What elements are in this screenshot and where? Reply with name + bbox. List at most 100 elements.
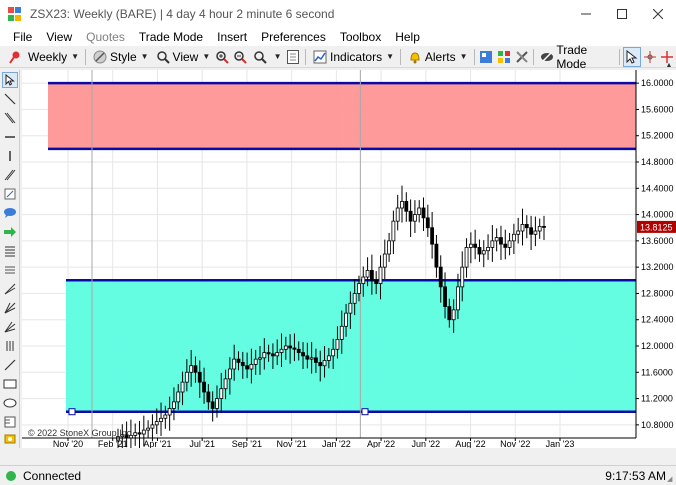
fan-lines-tool[interactable] [2,319,18,335]
arrow-tool[interactable] [2,224,18,240]
candle-body [253,358,258,365]
minimize-button[interactable] [568,0,604,28]
main-toolbar: Weekly ▼ Style ▼ View ▼ ▼ Indicators ▼ A… [0,43,676,71]
tools-button[interactable] [513,47,531,67]
y-tick-label: 11.6000 [641,367,673,377]
menu-insert[interactable]: Insert [210,28,254,46]
menu-file[interactable]: File [6,28,39,46]
y-tick-label: 14.8000 [641,157,674,167]
candle-body [223,378,228,390]
y-tick-label: 12.0000 [641,341,674,351]
candle-body [258,357,262,360]
x-tick-label: Nov '21 [277,439,307,448]
trade-mode-button[interactable]: Trade Mode [537,43,616,71]
last-price-label: 13.8125 [640,222,673,232]
view-dropdown[interactable]: View ▼ [152,47,214,67]
document-button[interactable] [285,47,303,67]
callout-tool[interactable] [2,205,18,221]
candle-body [490,240,495,248]
ray-tool[interactable] [2,357,18,373]
zone-resize-handle[interactable] [361,408,369,416]
grid-lines-tool[interactable] [2,262,18,278]
title-bar: ZSX23: Weekly (BARE) | 4 day 4 hour 2 mi… [0,0,676,28]
ruler-tool[interactable] [2,414,18,430]
candle-body [227,368,232,380]
text-note-tool[interactable] [2,186,18,202]
candle-body [413,214,417,222]
alerts-dropdown[interactable]: Alerts ▼ [404,47,471,67]
toolbar-scroll-up-icon[interactable]: ▲ [663,60,675,70]
document-icon [287,49,300,64]
line-tool[interactable] [2,91,18,107]
grid-lines-icon [5,266,15,274]
candle-body [357,283,361,294]
menu-preferences[interactable]: Preferences [254,28,333,46]
fibonacci-tool[interactable] [2,243,18,259]
ellipse-tool[interactable] [2,395,18,411]
chart-canvas[interactable]: 16.0000 15.6000 15.2000 14.8000 14.4000 14.00… [22,70,676,448]
candle-body [292,347,297,350]
indicators-icon [312,49,328,65]
note-icon [4,188,16,200]
crosshair-button[interactable] [641,47,659,67]
zoom-in-button[interactable] [213,47,231,67]
candle-body [447,306,452,321]
pointer-tool-button[interactable] [622,46,641,67]
candle-body [520,224,525,232]
menu-view[interactable]: View [39,28,79,46]
status-clock: 9:17:53 AM [605,469,666,483]
zoom-out-button[interactable] [231,47,249,67]
chevron-down-icon: ▼ [71,52,80,61]
candle-body [133,432,138,436]
cycle-lines-icon [6,341,14,351]
menu-help[interactable]: Help [388,28,427,46]
candle-body [382,253,387,268]
parallel-lines-tool[interactable] [2,167,18,183]
zone-resize-handle[interactable] [68,408,76,416]
menu-toolbox[interactable]: Toolbox [333,28,388,46]
resize-grip-icon[interactable]: ◢ [667,476,675,484]
menu-quotes[interactable]: Quotes [79,28,132,46]
channel-tool[interactable] [2,110,18,126]
candle-body [249,363,254,370]
candle-body [266,352,271,355]
candle-body [296,348,301,353]
period-dropdown[interactable]: Weekly ▼ [4,47,82,67]
menu-trade-mode[interactable]: Trade Mode [132,28,210,46]
vertical-line-tool[interactable] [2,148,18,164]
x-tick-label: Sep '21 [232,439,262,448]
candle-body [176,391,181,403]
candle-body [451,309,456,321]
candle-body [417,207,422,215]
snapshot-tool[interactable] [2,431,18,447]
candle-body [533,230,538,235]
upper-zone-fill[interactable] [48,83,636,149]
speech-bubble-icon [4,208,16,218]
pointer-tool[interactable] [2,72,18,88]
maximize-button[interactable] [604,0,640,28]
grid-button[interactable] [495,47,513,67]
zoom-dropdown[interactable]: ▼ [249,47,285,67]
y-tick-label: 13.6000 [641,236,674,246]
cursor-icon [5,74,15,86]
pitchfork-tool[interactable] [2,281,18,297]
y-tick-label: 15.2000 [641,131,674,141]
close-button[interactable] [640,0,676,28]
horizontal-line-tool[interactable] [2,129,18,145]
lower-zone-fill[interactable] [66,280,636,412]
style-dropdown[interactable]: Style ▼ [89,47,152,67]
candle-body [331,348,336,357]
color-palette-button[interactable] [477,47,495,67]
gann-fan-tool[interactable] [2,300,18,316]
candle-body [438,266,443,288]
candle-body [326,355,331,361]
candle-body [283,345,288,350]
cycle-lines-tool[interactable] [2,338,18,354]
candle-body [215,398,219,409]
y-tick-label: 10.8000 [641,420,674,430]
indicators-dropdown[interactable]: Indicators ▼ [309,47,397,67]
rectangle-tool[interactable] [2,376,18,392]
toolbar-divider [533,48,535,65]
price-chart[interactable]: 16.0000 15.6000 15.2000 14.8000 14.4000 14.00… [22,70,676,448]
x-tick-label: Jan '23 [546,439,575,448]
